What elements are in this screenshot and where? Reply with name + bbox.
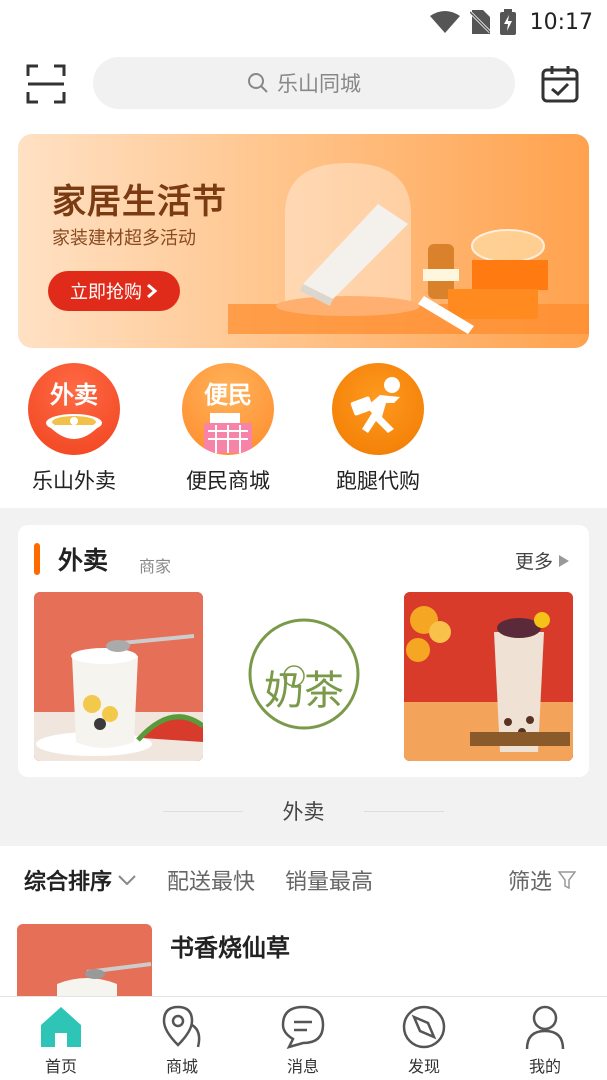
sort-fastest-delivery-button[interactable]: 配送最快 [167,864,255,896]
tab-label: 商城 [165,1057,198,1076]
bottom-tab-bar: 首页 商城 消息 发现 我的 [0,996,607,1080]
promo-banner[interactable]: 家居生活节 家装建材超多活动 立即抢购 [18,134,589,348]
card-title: 外卖 [58,546,109,575]
tab-profile[interactable]: 我的 [500,1003,590,1077]
shop-list: 书香烧仙草 [0,912,607,996]
chat-bubble-icon [281,1005,325,1049]
running-courier-icon [332,363,424,455]
tab-label: 发现 [407,1057,440,1076]
banner-subtitle: 家装建材超多活动 [52,228,196,249]
section-accent-bar [34,543,40,575]
category-errand[interactable]: 跑腿代购 [328,363,428,495]
wifi-icon [429,11,460,33]
banner-title: 家居生活节 [52,182,227,222]
sort-comprehensive-button[interactable]: 综合排序 [24,864,136,896]
buy-now-label: 立即抢购 [70,282,142,303]
tab-messages[interactable]: 消息 [258,1003,348,1077]
merchant-thumb-bubble-tea[interactable] [404,592,573,761]
search-icon [248,73,268,93]
category-convenience-mall[interactable]: 便民 便民商城 [178,363,278,495]
calendar-check-icon[interactable] [540,64,580,104]
tab-home[interactable]: 首页 [16,1003,106,1077]
sort-comprehensive-label: 综合排序 [24,870,113,895]
battery-charging-icon [499,9,516,35]
no-sim-icon [469,10,490,34]
filter-label: 筛选 [508,870,553,895]
merchant-thumb-milk-tea-logo[interactable]: 奶茶 [218,592,387,761]
search-placeholder: 乐山同城 [277,72,361,96]
top-header: 乐山同城 [0,44,607,124]
filter-funnel-icon [558,871,577,889]
tab-label: 我的 [528,1057,561,1076]
takeout-badge-text: 外卖 [50,381,98,409]
merchant-thumb-dessert[interactable] [34,592,203,761]
tab-discover[interactable]: 发现 [379,1003,469,1077]
tab-label: 消息 [286,1057,319,1076]
scan-icon[interactable] [26,64,66,104]
section-divider: 外卖 [0,796,607,826]
tab-mall[interactable]: 商城 [137,1003,227,1077]
search-bar[interactable]: 乐山同城 [93,57,515,109]
sort-top-sales-button[interactable]: 销量最高 [285,864,373,896]
convenience-badge-text: 便民 [204,381,252,409]
section-divider-label: 外卖 [282,800,325,824]
status-bar: 10:17 [0,0,607,44]
tab-label: 首页 [44,1057,77,1076]
takeout-merchants-card: 外卖 商家 更多 奶茶 [18,525,589,777]
user-icon [525,1005,565,1050]
shop-name: 书香烧仙草 [170,934,290,962]
chevron-down-icon [118,875,136,885]
filter-button[interactable]: 筛选 [508,864,577,896]
category-label: 便民商城 [186,469,270,493]
category-takeout[interactable]: 外卖 乐山外卖 [24,363,124,495]
more-label: 更多 [514,551,553,573]
home-icon [41,1007,81,1047]
more-button[interactable]: 更多 [515,547,569,574]
compass-icon [402,1005,446,1049]
chevron-right-icon [147,284,158,298]
category-label: 乐山外卖 [32,469,116,493]
status-time: 10:17 [529,9,593,35]
category-label: 跑腿代购 [336,469,420,493]
card-subtitle: 商家 [139,557,172,576]
shopping-basket-icon: 便民 [182,363,274,455]
buy-now-button[interactable]: 立即抢购 [48,271,180,311]
banner-product-illustration [228,162,589,334]
shop-image [17,924,152,996]
takeout-icon: 外卖 [28,363,120,455]
sort-filter-bar: 综合排序 配送最快 销量最高 筛选 [0,846,607,912]
map-pin-icon [162,1005,201,1048]
caret-right-icon [559,554,569,567]
